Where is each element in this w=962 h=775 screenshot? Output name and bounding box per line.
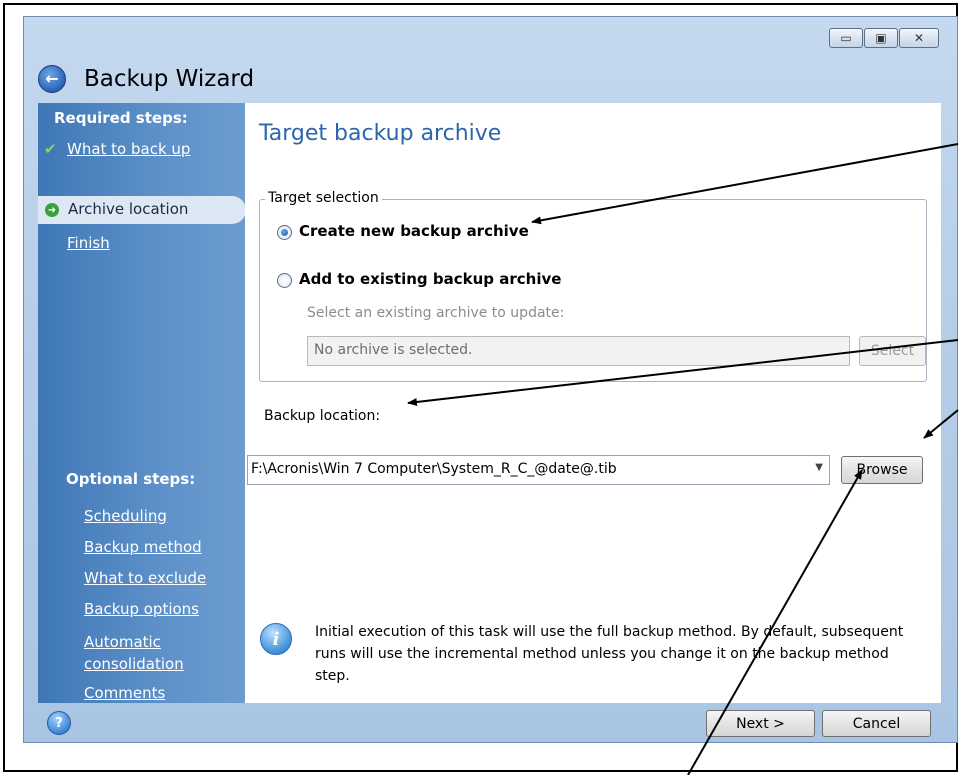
close-button[interactable]: ✕ [899, 28, 939, 48]
sidebar-item-finish[interactable]: Finish [67, 234, 110, 252]
cancel-button[interactable]: Cancel [822, 710, 931, 737]
create-new-archive-label[interactable]: Create new backup archive [299, 222, 529, 240]
sidebar-item-what-to-exclude[interactable]: What to exclude [84, 569, 206, 587]
wizard-content: Target backup archive Target selection C… [245, 103, 941, 703]
add-to-existing-archive-radio[interactable] [277, 273, 292, 288]
title-bar: ← Backup Wizard ▭ ▣ ✕ [24, 17, 957, 105]
existing-archive-field: No archive is selected. [307, 336, 850, 366]
maximize-button[interactable]: ▣ [864, 28, 898, 48]
wizard-sidebar: Required steps: ✔ What to back up ➜ Arch… [38, 103, 246, 703]
minimize-button[interactable]: ▭ [829, 28, 863, 48]
sidebar-item-archive-location[interactable]: ➜ Archive location [38, 196, 246, 224]
optional-steps-heading: Optional steps: [66, 470, 196, 488]
existing-archive-hint: Select an existing archive to update: [307, 305, 565, 321]
wizard-footer: ? Next > Cancel [24, 703, 957, 743]
check-icon: ✔ [44, 140, 57, 158]
sidebar-item-automatic-consolidation[interactable]: Automatic consolidation [84, 631, 184, 675]
sidebar-item-scheduling[interactable]: Scheduling [84, 507, 167, 525]
sidebar-item-what-to-back-up[interactable]: What to back up [67, 140, 190, 158]
chevron-down-icon[interactable]: ▼ [815, 462, 823, 473]
sidebar-item-comments[interactable]: Comments [84, 684, 165, 702]
backup-wizard-window: ← Backup Wizard ▭ ▣ ✕ Required steps: ✔ … [23, 16, 958, 743]
page-title: Target backup archive [259, 121, 502, 146]
select-archive-button: Select [859, 336, 926, 366]
backup-location-combobox[interactable]: F:\Acronis\Win 7 Computer\System_R_C_@da… [247, 455, 830, 485]
backup-location-label: Backup location: [264, 408, 381, 424]
arrow-right-icon: ➜ [45, 203, 59, 217]
sidebar-item-backup-method[interactable]: Backup method [84, 538, 202, 556]
window-title: Backup Wizard [84, 66, 255, 92]
help-icon[interactable]: ? [47, 711, 71, 735]
create-new-archive-radio[interactable] [277, 225, 292, 240]
sidebar-item-backup-options[interactable]: Backup options [84, 600, 199, 618]
backup-location-value: F:\Acronis\Win 7 Computer\System_R_C_@da… [251, 461, 617, 477]
required-steps-heading: Required steps: [54, 109, 188, 127]
add-to-existing-archive-label[interactable]: Add to existing backup archive [299, 270, 561, 288]
sidebar-item-label: Archive location [68, 200, 189, 218]
back-arrow-icon[interactable]: ← [38, 65, 66, 93]
info-message: Initial execution of this task will use … [315, 624, 904, 684]
info-icon: i [260, 623, 292, 655]
window-controls: ▭ ▣ ✕ [828, 28, 939, 48]
next-button[interactable]: Next > [706, 710, 815, 737]
browse-button[interactable]: Browse [841, 456, 923, 484]
target-selection-legend: Target selection [265, 190, 382, 206]
